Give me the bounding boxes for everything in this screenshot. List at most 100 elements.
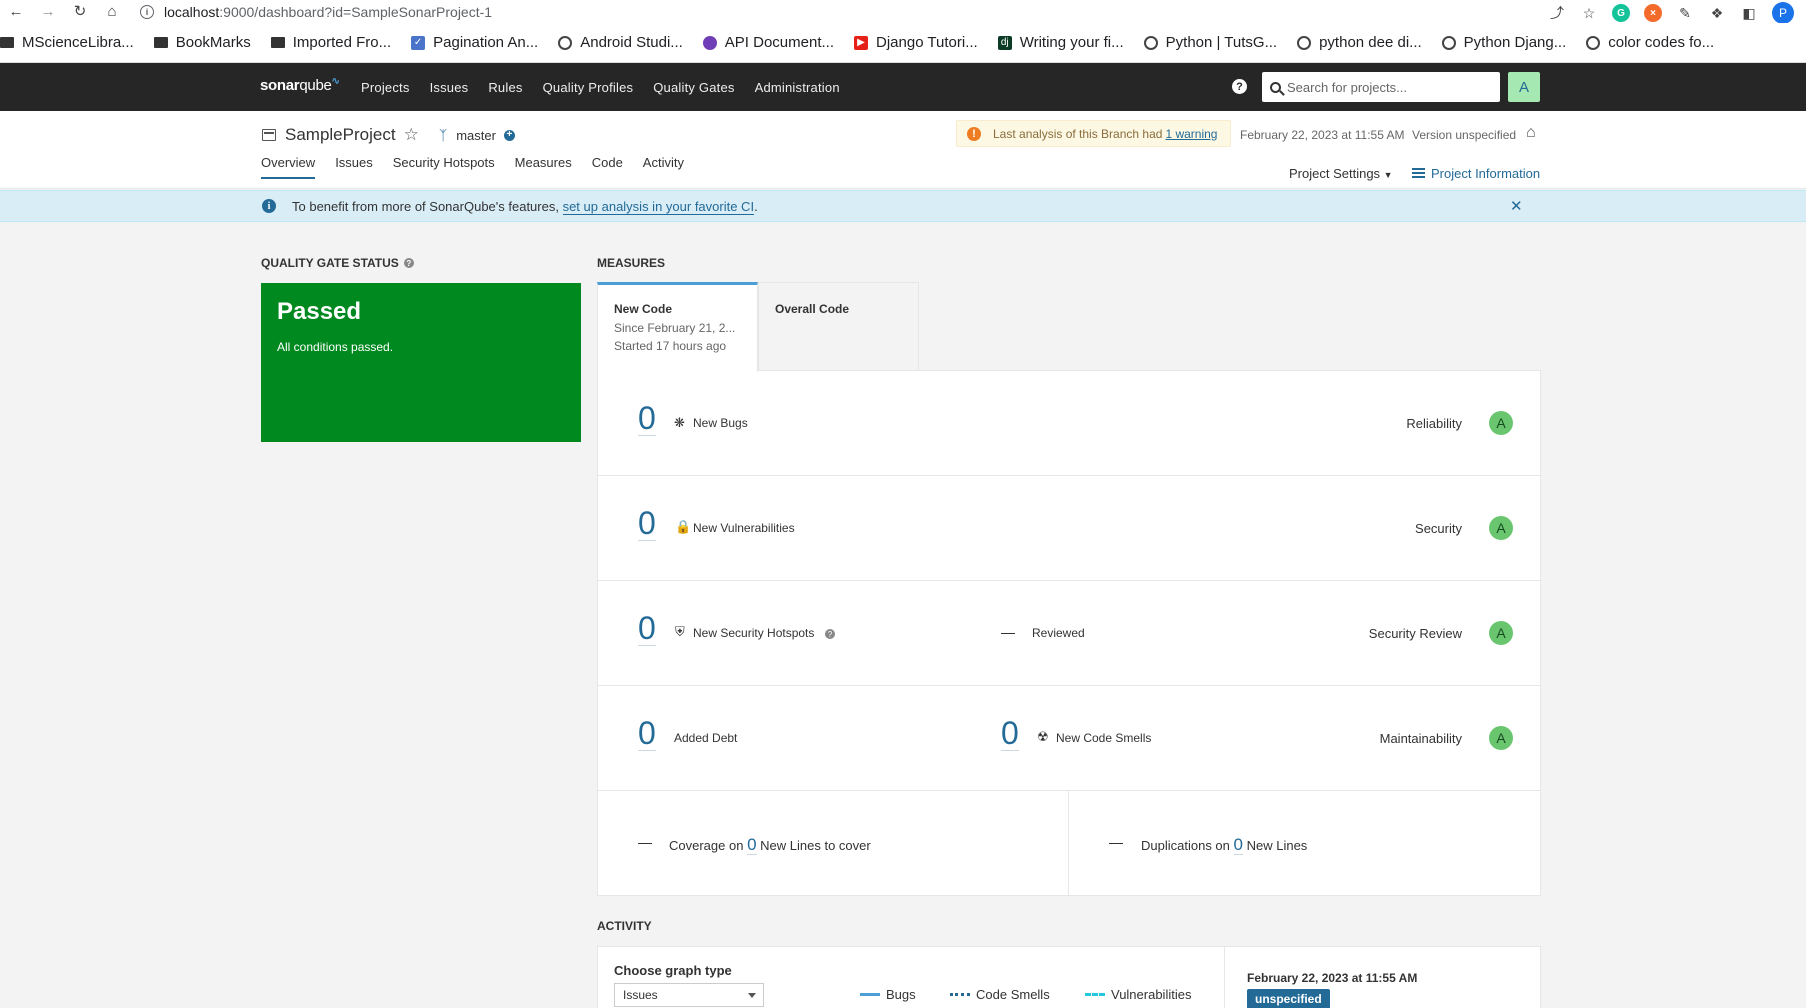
new-bugs-value[interactable]: 0 (638, 401, 656, 436)
added-debt-label: Added Debt (674, 731, 738, 745)
search-input[interactable] (1287, 79, 1487, 95)
added-debt-value[interactable]: 0 (638, 716, 656, 751)
duplications-prefix: Duplications on (1141, 838, 1230, 853)
new-code-title: New Code (614, 302, 673, 316)
coverage-lines-value[interactable]: 0 (747, 835, 757, 855)
bookmark-item[interactable]: dj Writing your fi... (997, 34, 1124, 51)
bookmark-star-icon[interactable]: ☆ (1580, 4, 1598, 22)
new-code-smells-value[interactable]: 0 (1001, 716, 1019, 751)
coverage-cell: Coverage on 0 New Lines to cover (598, 791, 1069, 896)
info-icon: i (262, 199, 276, 213)
quality-gate-title: QUALITY GATE STATUS? (261, 256, 414, 270)
close-icon[interactable]: ✕ (1510, 197, 1523, 215)
globe-icon (1297, 35, 1312, 50)
security-review-rating[interactable]: A (1489, 621, 1513, 645)
project-information-label: Project Information (1431, 166, 1541, 181)
nav-link-quality-gates[interactable]: Quality Gates (653, 80, 734, 95)
bookmark-item[interactable]: BookMarks (153, 34, 251, 51)
share-icon[interactable]: ⤴ (1548, 4, 1566, 22)
orange-extension-icon[interactable]: × (1644, 4, 1662, 22)
tab-security-hotspots[interactable]: Security Hotspots (393, 155, 495, 179)
bookmark-item[interactable]: color codes fo... (1586, 34, 1714, 51)
legend-vulnerabilities-label: Vulnerabilities (1111, 987, 1192, 1002)
graph-type-label: Choose graph type (614, 963, 732, 978)
nav-link-administration[interactable]: Administration (755, 80, 840, 95)
nav-link-issues[interactable]: Issues (430, 80, 469, 95)
graph-type-select[interactable]: Issues (614, 983, 764, 1007)
puzzle-extensions-icon[interactable]: ❖ (1708, 4, 1726, 22)
help-question-icon[interactable]: ? (403, 258, 414, 268)
forward-arrow-icon[interactable]: → (40, 4, 56, 20)
security-rating[interactable]: A (1489, 516, 1513, 540)
bookmark-item[interactable]: Python | TutsG... (1143, 34, 1277, 51)
code-smell-icon: ☢ (1037, 729, 1049, 744)
bookmark-label: API Document... (724, 34, 834, 51)
site-info-icon[interactable]: i (140, 4, 154, 19)
bookmark-item[interactable]: Android Studi... (558, 34, 683, 51)
tab-issues[interactable]: Issues (335, 155, 373, 179)
project-search[interactable] (1262, 72, 1500, 102)
tab-measures[interactable]: Measures (515, 155, 572, 179)
reliability-rating[interactable]: A (1489, 411, 1513, 435)
duplications-lines-value[interactable]: 0 (1233, 835, 1243, 855)
nav-link-quality-profiles[interactable]: Quality Profiles (543, 80, 634, 95)
sidebar-panel-icon[interactable]: ◧ (1740, 4, 1758, 22)
warning-text: Last analysis of this Branch had (993, 126, 1163, 141)
bookmark-item[interactable]: Python Djang... (1441, 34, 1566, 51)
bookmarks-bar: MScienceLibra... BookMarks Imported Fro...… (0, 23, 1806, 63)
search-icon (1270, 81, 1281, 93)
bookmark-item[interactable]: ▶ Django Tutori... (854, 34, 978, 51)
new-vulnerabilities-value[interactable]: 0 (638, 506, 656, 541)
project-header: SampleProject ☆ ᛉ master + ! Last analys… (0, 111, 1806, 189)
user-avatar[interactable]: A (1508, 72, 1540, 102)
nav-link-rules[interactable]: Rules (488, 80, 522, 95)
coverage-duplications-row: Coverage on 0 New Lines to cover Duplica… (598, 791, 1540, 896)
back-arrow-icon[interactable]: ← (8, 4, 24, 20)
bookmark-item[interactable]: MScienceLibra... (0, 34, 134, 51)
bookmark-label: python dee di... (1319, 34, 1422, 51)
url-field[interactable]: i localhost:9000/dashboard?id=SampleSona… (140, 4, 492, 20)
project-settings-dropdown[interactable]: Project Settings ▼ (1289, 166, 1393, 181)
project-information-link[interactable]: Project Information (1412, 166, 1540, 181)
eyedropper-extension-icon[interactable]: ✎ (1676, 4, 1694, 22)
activity-date: February 22, 2023 at 11:55 AM (1247, 971, 1418, 985)
version-badge: unspecified (1247, 989, 1330, 1008)
tab-new-code[interactable]: New Code Since February 21, 2... Started… (597, 282, 758, 372)
branch-add-icon[interactable]: + (503, 129, 515, 141)
help-icon[interactable]: ? (1232, 79, 1247, 94)
tab-overview[interactable]: Overview (261, 155, 316, 179)
maintainability-rating[interactable]: A (1489, 726, 1513, 750)
warning-link[interactable]: 1 warning (1165, 127, 1217, 141)
legend-code-smells: Code Smells (950, 987, 1050, 1002)
grammarly-extension-icon[interactable]: G (1612, 4, 1630, 22)
caret-down-icon (748, 993, 756, 998)
list-icon (1412, 168, 1425, 179)
reload-icon[interactable]: ↻ (72, 4, 88, 20)
tab-overall-code[interactable]: Overall Code (758, 282, 919, 371)
dj-icon: dj (997, 35, 1012, 50)
favorite-star-icon[interactable]: ☆ (404, 125, 419, 145)
tab-activity[interactable]: Activity (643, 155, 684, 179)
coverage-text: Coverage on 0 New Lines to cover (669, 835, 871, 855)
home-page-icon[interactable]: ⌂ (1526, 124, 1536, 142)
duplications-suffix: New Lines (1246, 838, 1308, 853)
browser-profile-avatar[interactable]: P (1772, 2, 1794, 24)
bookmark-item[interactable]: ✓ Pagination An... (411, 34, 538, 51)
nav-link-projects[interactable]: Projects (361, 80, 410, 95)
sonarqube-logo[interactable]: sonarqube∿ (260, 76, 340, 94)
bookmark-item[interactable]: Imported Fro... (270, 34, 391, 51)
project-name[interactable]: SampleProject (285, 125, 396, 145)
banner-suffix: . (754, 199, 758, 214)
bookmark-item[interactable]: API Document... (702, 34, 834, 51)
duplications-text: Duplications on 0 New Lines (1141, 835, 1307, 855)
home-icon[interactable]: ⌂ (104, 4, 120, 20)
hotspots-help-icon[interactable]: ? (825, 629, 835, 639)
setup-analysis-link[interactable]: set up analysis in your favorite CI (562, 199, 755, 215)
reliability-label: Reliability (1406, 416, 1462, 431)
bookmark-label: Android Studi... (580, 34, 683, 51)
new-hotspots-value[interactable]: 0 (638, 611, 656, 646)
tab-code[interactable]: Code (592, 155, 623, 179)
shield-icon: ⛨ (675, 624, 685, 639)
branch-name[interactable]: master (456, 128, 496, 143)
bookmark-item[interactable]: python dee di... (1297, 34, 1422, 51)
